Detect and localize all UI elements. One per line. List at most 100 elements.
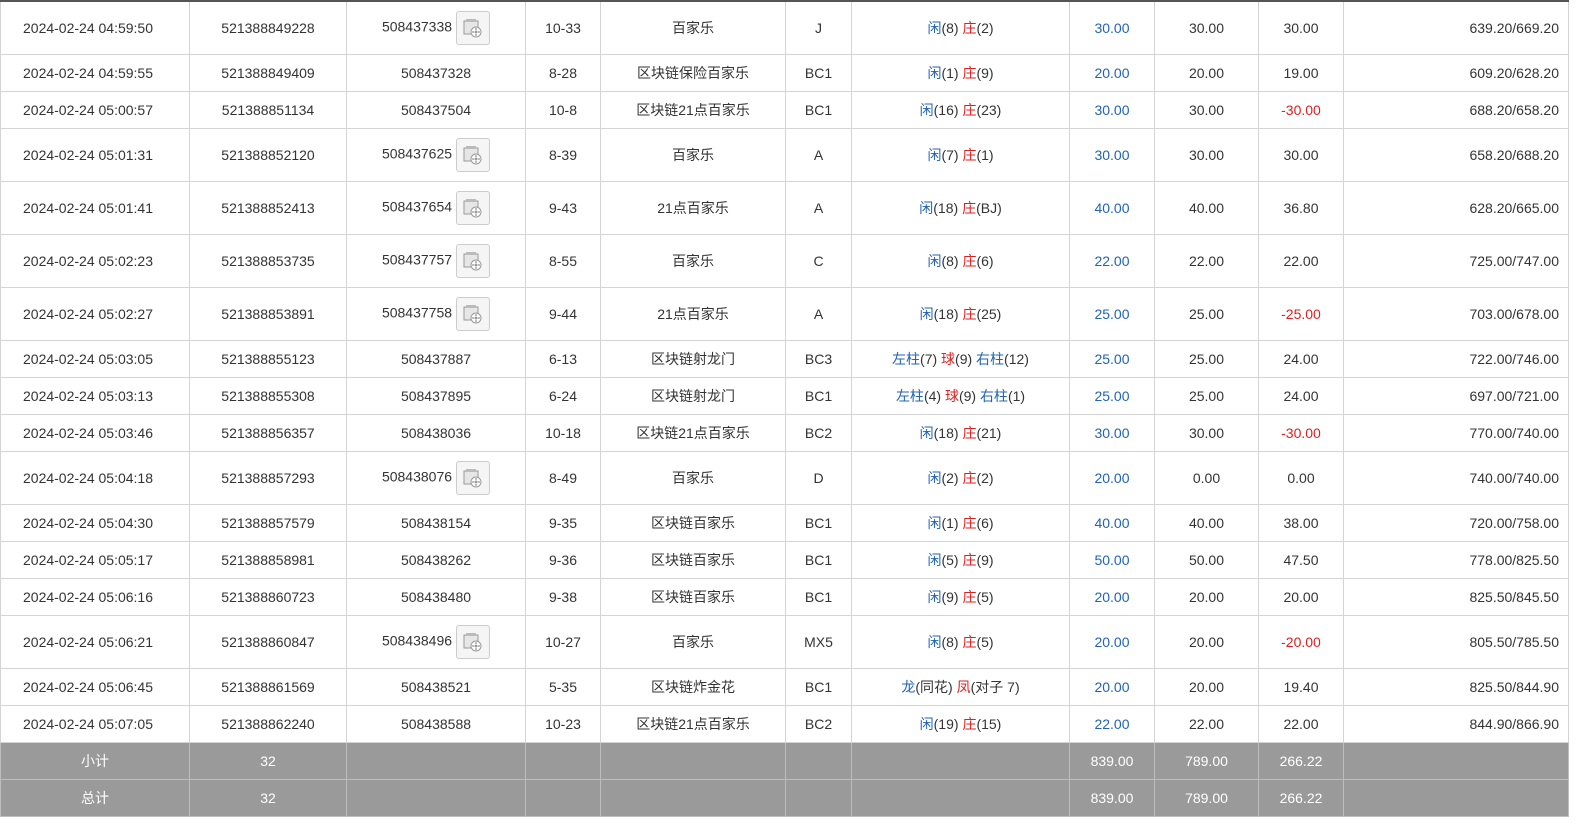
cell-win-loss: -25.00	[1258, 287, 1344, 341]
cell-shoe: 9-44	[525, 287, 601, 341]
cell-bet-amount[interactable]: 20.00	[1069, 578, 1155, 616]
empty-cell	[851, 779, 1070, 817]
table-row: 2024-02-24 05:06:45 521388861569 508438521…	[0, 668, 1569, 706]
cell-bet-amount[interactable]: 20.00	[1069, 615, 1155, 669]
table-row: 2024-02-24 05:03:05 521388855123 508437887…	[0, 340, 1569, 378]
cell-shoe: 6-24	[525, 377, 601, 415]
cell-bet-amount[interactable]: 30.00	[1069, 414, 1155, 452]
cell-valid-bet: 22.00	[1154, 234, 1259, 288]
cell-shoe: 8-55	[525, 234, 601, 288]
cell-bet-amount[interactable]: 50.00	[1069, 541, 1155, 579]
video-playback-icon[interactable]	[456, 297, 491, 331]
result-segment: 庄	[962, 425, 977, 441]
cell-result: 闲(9) 庄(5)	[851, 578, 1070, 616]
cell-bet-id: 521388862240	[189, 705, 347, 743]
cell-bet-amount[interactable]: 25.00	[1069, 287, 1155, 341]
cell-bet-amount[interactable]: 20.00	[1069, 668, 1155, 706]
result-segment: (8)	[941, 634, 963, 650]
result-segment: (2)	[976, 470, 994, 486]
empty-cell	[785, 779, 852, 817]
cell-result: 闲(18) 庄(21)	[851, 414, 1070, 452]
cell-bet-id: 521388851134	[189, 91, 347, 129]
summary-count: 32	[189, 779, 347, 817]
cell-round-id: 508438076	[346, 451, 526, 505]
result-segment: (4)	[923, 388, 945, 404]
cell-bet-amount[interactable]: 25.00	[1069, 377, 1155, 415]
cell-round-id: 508437625	[346, 128, 526, 182]
cell-bet-amount[interactable]: 22.00	[1069, 705, 1155, 743]
result-segment: (1)	[1007, 388, 1026, 404]
video-playback-icon[interactable]	[456, 11, 491, 45]
result-segment: 球	[944, 388, 959, 404]
cell-bet-amount[interactable]: 20.00	[1069, 451, 1155, 505]
cell-game: 百家乐	[600, 0, 786, 55]
cell-round-id: 508438496	[346, 615, 526, 669]
cell-bet-amount[interactable]: 40.00	[1069, 504, 1155, 542]
cell-game: 区块链射龙门	[600, 340, 786, 378]
cell-bet-id: 521388855123	[189, 340, 347, 378]
cell-bet-amount[interactable]: 20.00	[1069, 54, 1155, 92]
cell-balance: 805.50/785.50	[1343, 615, 1569, 669]
table-row: 2024-02-24 05:00:57 521388851134 508437504…	[0, 91, 1569, 129]
result-segment: (1)	[976, 147, 994, 163]
cell-shoe: 9-43	[525, 181, 601, 235]
cell-bet-id: 521388853735	[189, 234, 347, 288]
cell-game: 区块链21点百家乐	[600, 705, 786, 743]
result-segment: (12)	[1004, 351, 1029, 367]
round-id-text: 508438262	[400, 552, 472, 568]
cell-valid-bet: 30.00	[1154, 0, 1259, 55]
round-id-text: 508437338	[381, 18, 453, 35]
result-segment: (5)	[941, 552, 963, 568]
empty-cell	[525, 779, 601, 817]
table-row: 2024-02-24 05:05:17 521388858981 508438262…	[0, 541, 1569, 579]
cell-round-id: 508437328	[346, 54, 526, 92]
summary-valid: 789.00	[1154, 779, 1259, 817]
cell-win-loss: 24.00	[1258, 340, 1344, 378]
cell-time: 2024-02-24 05:04:18	[0, 451, 190, 505]
round-id-text: 508437654	[381, 198, 453, 215]
cell-time: 2024-02-24 05:01:41	[0, 181, 190, 235]
round-id-text: 508437625	[381, 145, 453, 162]
cell-bet-id: 521388849409	[189, 54, 347, 92]
cell-result: 闲(8) 庄(6)	[851, 234, 1070, 288]
cell-bet-amount[interactable]: 30.00	[1069, 0, 1155, 55]
cell-time: 2024-02-24 05:06:16	[0, 578, 190, 616]
result-segment: (16)	[933, 102, 963, 118]
table-row: 2024-02-24 05:06:21 521388860847 508438496…	[0, 615, 1569, 669]
video-playback-icon[interactable]	[456, 138, 491, 172]
result-segment: 庄	[962, 515, 977, 531]
empty-cell	[600, 742, 786, 780]
cell-table: D	[785, 451, 852, 505]
cell-bet-id: 521388861569	[189, 668, 347, 706]
result-segment: (9)	[976, 552, 994, 568]
cell-bet-amount[interactable]: 22.00	[1069, 234, 1155, 288]
video-playback-icon[interactable]	[456, 461, 491, 495]
cell-bet-amount[interactable]: 40.00	[1069, 181, 1155, 235]
cell-game: 21点百家乐	[600, 181, 786, 235]
cell-win-loss: -30.00	[1258, 91, 1344, 129]
cell-round-id: 508437887	[346, 340, 526, 378]
cell-valid-bet: 30.00	[1154, 414, 1259, 452]
video-playback-icon[interactable]	[456, 244, 491, 278]
cell-result: 闲(5) 庄(9)	[851, 541, 1070, 579]
cell-win-loss: 19.40	[1258, 668, 1344, 706]
result-segment: (21)	[976, 425, 1002, 441]
round-id-text: 508437895	[400, 388, 472, 404]
cell-bet-amount[interactable]: 30.00	[1069, 128, 1155, 182]
result-segment: 闲	[927, 470, 942, 486]
result-segment: 左柱	[892, 351, 921, 367]
video-playback-icon[interactable]	[456, 625, 491, 659]
cell-game: 百家乐	[600, 451, 786, 505]
cell-time: 2024-02-24 05:02:27	[0, 287, 190, 341]
cell-balance: 639.20/669.20	[1343, 0, 1569, 55]
cell-time: 2024-02-24 05:02:23	[0, 234, 190, 288]
cell-bet-id: 521388860847	[189, 615, 347, 669]
cell-bet-amount[interactable]: 25.00	[1069, 340, 1155, 378]
cell-bet-amount[interactable]: 30.00	[1069, 91, 1155, 129]
video-playback-icon[interactable]	[456, 191, 491, 225]
result-segment: 球	[941, 351, 956, 367]
cell-round-id: 508438262	[346, 541, 526, 579]
cell-shoe: 5-35	[525, 668, 601, 706]
result-segment: 庄	[962, 306, 977, 322]
cell-round-id: 508437895	[346, 377, 526, 415]
